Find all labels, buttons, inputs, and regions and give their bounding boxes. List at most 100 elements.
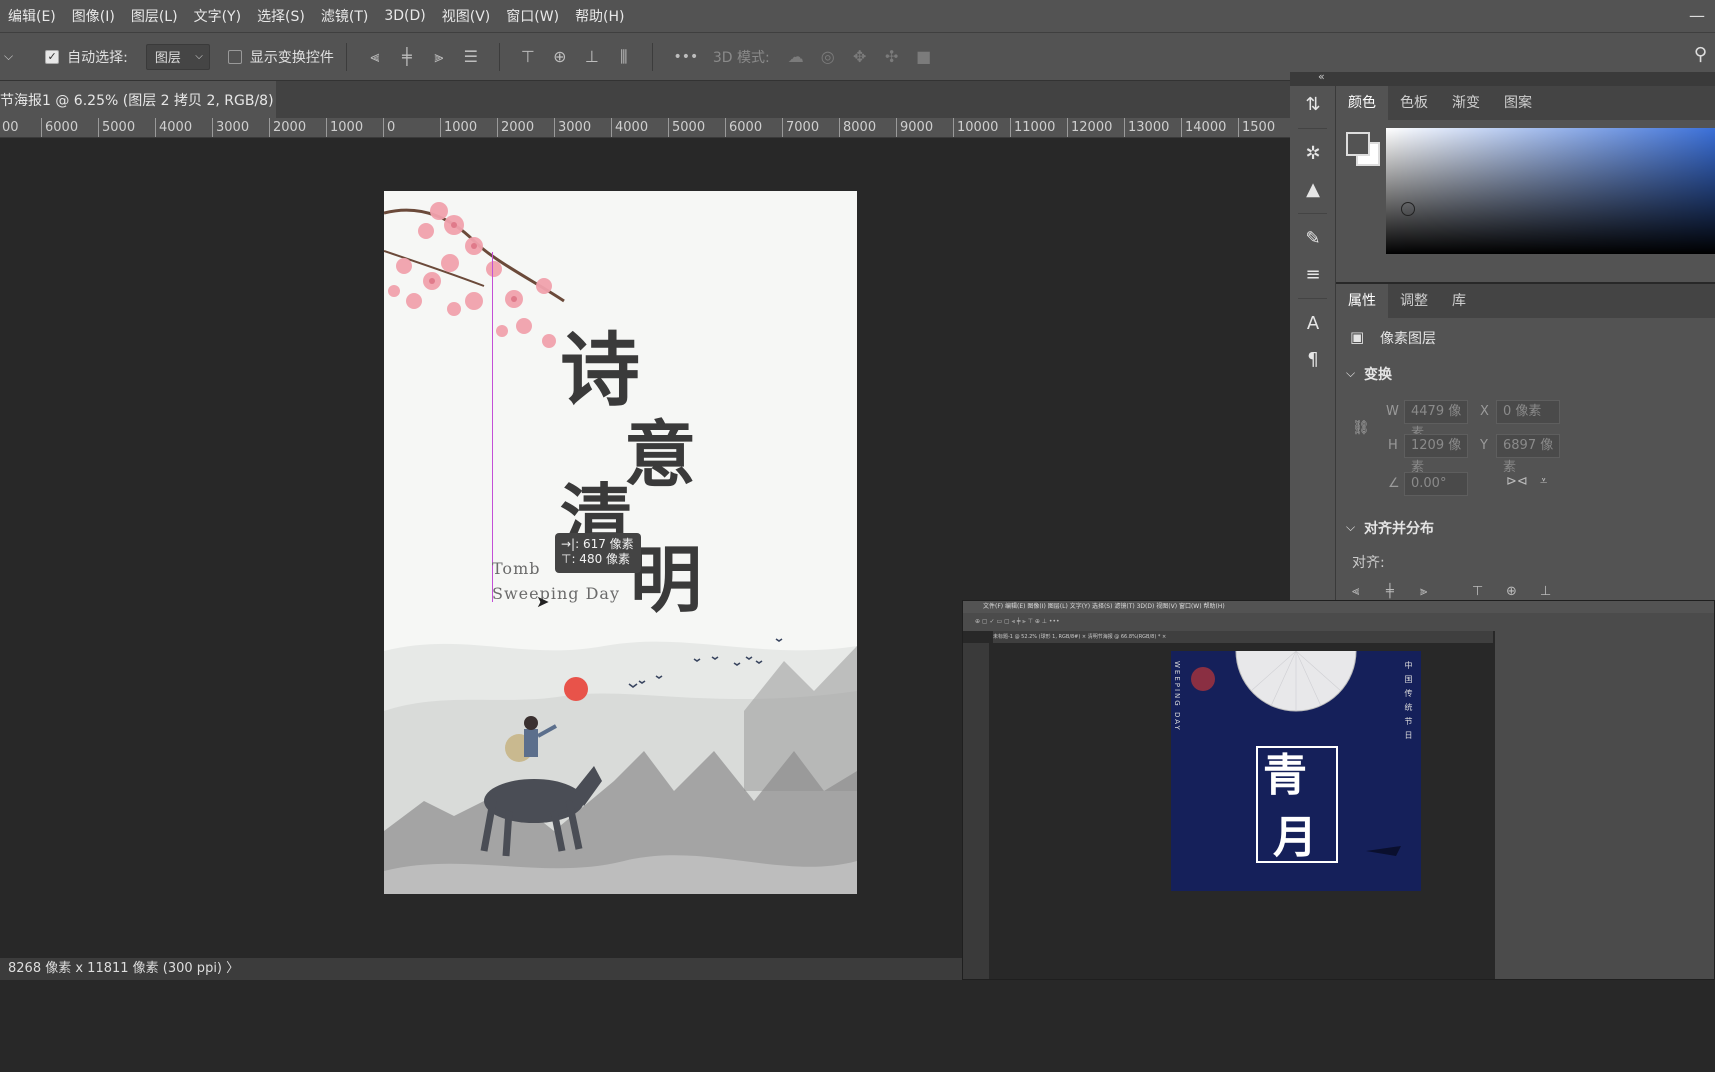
reference-screenshot-overlay[interactable]: 文件(F) 编辑(E) 图像(I) 图层(L) 文字(Y) 选择(S) 滤镜(T… bbox=[962, 600, 1715, 980]
angle-field[interactable]: 0.00° bbox=[1404, 472, 1468, 496]
mini-poster-vertical-text: 中国传统节日 bbox=[1404, 661, 1413, 745]
show-transform-checkbox[interactable] bbox=[227, 49, 242, 64]
panel-icon-strip: ⇅ ✲ ▲ ✎ ≡ A ¶ bbox=[1290, 86, 1336, 606]
orbit-3d-icon[interactable]: ☁ bbox=[786, 47, 806, 67]
distribute-vertical-icon[interactable]: ⫼ bbox=[614, 47, 634, 67]
align-vcenter-icon[interactable]: ⊕ bbox=[550, 47, 570, 67]
tab-gradients[interactable]: 渐变 bbox=[1440, 86, 1492, 120]
y-field[interactable]: 6897 像素 bbox=[1496, 434, 1560, 475]
status-arrow-icon[interactable]: 〉 bbox=[226, 961, 239, 976]
document-tab-title: 节海报1 @ 6.25% (图层 2 拷贝 2, RGB/8) * bbox=[0, 93, 276, 109]
brush-settings-icon[interactable]: ✎ bbox=[1290, 220, 1336, 256]
tab-libraries[interactable]: 库 bbox=[1440, 284, 1478, 318]
align-bottom-icon[interactable]: ⊥ bbox=[1540, 584, 1551, 599]
chevron-down-icon: ⌵ bbox=[195, 51, 203, 62]
flip-vertical-icon[interactable]: ⩡ bbox=[1540, 474, 1547, 489]
menu-bar: 编辑(E) 图像(I) 图层(L) 文字(Y) 选择(S) 滤镜(T) 3D(D… bbox=[0, 0, 1715, 32]
divider bbox=[345, 42, 347, 71]
minimize-icon[interactable]: — bbox=[1689, 6, 1705, 25]
align-right-icon[interactable]: ⫸ bbox=[1420, 584, 1427, 599]
brushes-icon[interactable]: ≡ bbox=[1290, 256, 1336, 292]
auto-select-dropdown[interactable]: 图层 ⌵ bbox=[145, 43, 210, 70]
ruler-tick: 3000 bbox=[212, 118, 249, 137]
roll-3d-icon[interactable]: ◎ bbox=[818, 47, 838, 67]
menu-view[interactable]: 视图(V) bbox=[434, 6, 499, 26]
tooltip-line: ⊤: 480 像素 bbox=[561, 552, 631, 566]
ruler-tick: 5000 bbox=[98, 118, 135, 137]
slide-3d-icon[interactable]: ✣ bbox=[882, 47, 902, 67]
ruler-tick: 13000 bbox=[1124, 118, 1169, 137]
align-vcenter-icon[interactable]: ⊕ bbox=[1506, 584, 1517, 599]
mini-poster-side-text: WEEPING DAY bbox=[1173, 661, 1181, 732]
camera-3d-icon[interactable]: ■ bbox=[914, 47, 934, 67]
document-tab[interactable]: 节海报1 @ 6.25% (图层 2 拷贝 2, RGB/8) * × bbox=[0, 81, 276, 119]
align-top-icon[interactable]: ⊤ bbox=[1472, 584, 1483, 599]
tab-patterns[interactable]: 图案 bbox=[1492, 86, 1544, 120]
ruler-tick: 11000 bbox=[1010, 118, 1055, 137]
width-label: W bbox=[1386, 404, 1399, 419]
tooltip-line: →|: 617 像素 bbox=[561, 537, 634, 551]
x-field[interactable]: 0 像素 bbox=[1496, 400, 1560, 424]
foreground-color-swatch[interactable] bbox=[1346, 132, 1370, 156]
tab-adjustments[interactable]: 调整 bbox=[1388, 284, 1440, 318]
ruler-tick: 1000 bbox=[326, 118, 363, 137]
paragraph-icon[interactable]: ¶ bbox=[1290, 341, 1336, 377]
chevron-down-icon[interactable]: ⌵ bbox=[1346, 520, 1355, 535]
align-section-title[interactable]: 对齐并分布 bbox=[1364, 518, 1434, 538]
tab-color[interactable]: 颜色 bbox=[1336, 86, 1388, 120]
search-icon[interactable]: ⚲ bbox=[1694, 44, 1707, 65]
pan-3d-icon[interactable]: ✥ bbox=[850, 47, 870, 67]
flip-horizontal-icon[interactable]: ⊳⊲ bbox=[1506, 474, 1528, 489]
pixel-layer-icon: ▣ bbox=[1350, 328, 1365, 346]
align-label: 对齐: bbox=[1352, 555, 1385, 571]
ruler-tick: 5000 bbox=[668, 118, 705, 137]
chevron-down-icon[interactable]: ⌵ bbox=[1346, 366, 1355, 381]
tab-swatches[interactable]: 色板 bbox=[1388, 86, 1440, 120]
chevron-down-icon[interactable]: ⌵ bbox=[4, 49, 13, 64]
history-icon[interactable]: ⇅ bbox=[1290, 86, 1336, 122]
menu-filter[interactable]: 滤镜(T) bbox=[313, 6, 376, 26]
horizontal-ruler[interactable]: 00 6000 5000 4000 3000 2000 1000 0 1000 … bbox=[0, 118, 1290, 138]
panel-collapse-bar[interactable]: « bbox=[1290, 70, 1715, 86]
align-right-icon[interactable]: ⫸ bbox=[429, 47, 449, 67]
align-left-icon[interactable]: ⫷ bbox=[1352, 584, 1359, 599]
auto-select-checkbox[interactable]: ✓ bbox=[45, 49, 60, 64]
character-icon[interactable]: A bbox=[1290, 305, 1336, 341]
menu-window[interactable]: 窗口(W) bbox=[498, 6, 567, 26]
show-transform-label: 显示变换控件 bbox=[249, 49, 334, 66]
menu-layer[interactable]: 图层(L) bbox=[123, 6, 186, 26]
properties-panel-tabs: 属性 调整 库 bbox=[1336, 284, 1715, 318]
width-field[interactable]: 4479 像素 bbox=[1404, 400, 1468, 441]
color-picker-handle[interactable] bbox=[1401, 202, 1415, 216]
ruler-tick: 1500 bbox=[1238, 118, 1275, 137]
more-options-icon[interactable]: ••• bbox=[671, 47, 701, 67]
tab-properties[interactable]: 属性 bbox=[1336, 284, 1388, 318]
menu-edit[interactable]: 编辑(E) bbox=[0, 6, 64, 26]
menu-3d[interactable]: 3D(D) bbox=[376, 8, 433, 24]
color-picker-field[interactable] bbox=[1386, 128, 1715, 254]
transform-section-title[interactable]: 变换 bbox=[1364, 364, 1392, 384]
menu-help[interactable]: 帮助(H) bbox=[567, 6, 632, 26]
menu-type[interactable]: 文字(Y) bbox=[186, 6, 249, 26]
align-hcenter-icon[interactable]: ╪ bbox=[1386, 584, 1394, 599]
properties-panel: 属性 调整 库 ▣ 像素图层 ⌵ 变换 ⛓ W 4479 像素 X 0 像素 H… bbox=[1336, 284, 1715, 600]
histogram-icon[interactable]: ▲ bbox=[1290, 171, 1336, 207]
align-hcenter-icon[interactable]: ╪ bbox=[397, 47, 417, 67]
menu-select[interactable]: 选择(S) bbox=[249, 6, 313, 26]
collapse-icon[interactable]: « bbox=[1318, 70, 1325, 83]
mini-poster-char: 青 bbox=[1263, 750, 1307, 801]
align-bottom-icon[interactable]: ⊥ bbox=[582, 47, 602, 67]
height-label: H bbox=[1388, 438, 1398, 453]
link-icon[interactable]: ⛓ bbox=[1352, 420, 1370, 436]
align-left-icon[interactable]: ⫷ bbox=[365, 47, 385, 67]
mini-toolbar bbox=[963, 643, 989, 979]
measure-tooltip: →|: 617 像素 ⊤: 480 像素 bbox=[555, 533, 641, 573]
height-field[interactable]: 1209 像素 bbox=[1404, 434, 1468, 475]
menu-image[interactable]: 图像(I) bbox=[64, 6, 123, 26]
navigator-icon[interactable]: ✲ bbox=[1290, 135, 1336, 171]
ruler-tick: 14000 bbox=[1181, 118, 1226, 137]
divider bbox=[651, 42, 653, 71]
divider bbox=[498, 42, 500, 71]
distribute-icon[interactable]: ☰ bbox=[461, 47, 481, 67]
align-top-icon[interactable]: ⊤ bbox=[518, 47, 538, 67]
